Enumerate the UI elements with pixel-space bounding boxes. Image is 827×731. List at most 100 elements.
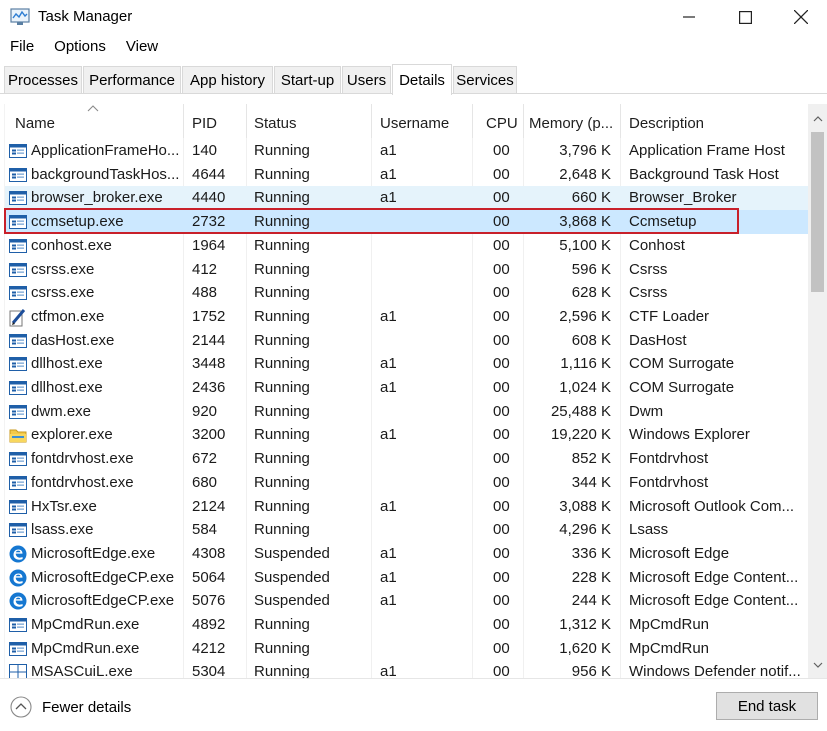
process-row[interactable]: fontdrvhost.exe 672 Running 00 852 K Fontdrvh… — [5, 447, 809, 471]
process-username: a1 — [380, 189, 397, 207]
process-status: Suspended — [254, 592, 330, 610]
column-header-cpu[interactable]: CPU — [486, 104, 518, 138]
highlight-annotation — [4, 208, 739, 234]
process-name: lsass.exe — [31, 521, 94, 539]
process-pid: 5064 — [192, 568, 226, 586]
process-row[interactable]: csrss.exe 488 Running 00 628 K Csrss — [5, 281, 809, 305]
process-status: Running — [254, 379, 310, 396]
menu-options[interactable]: Options — [44, 38, 116, 60]
tab-processes[interactable]: Processes — [4, 66, 82, 93]
process-memory: 228 K — [571, 568, 611, 586]
menu-view[interactable]: View — [116, 38, 168, 60]
process-description: Dwm — [629, 402, 664, 420]
process-username: a1 — [380, 592, 397, 610]
process-description: Browser_Broker — [629, 189, 737, 207]
process-row[interactable]: lsass.exe 584 Running 00 4,296 K Lsass — [5, 518, 809, 542]
tab-details[interactable]: Details — [392, 64, 452, 95]
process-username: a1 — [380, 568, 397, 586]
close-button[interactable] — [773, 0, 827, 34]
process-memory: 2,596 K — [559, 307, 611, 325]
process-pid: 1964 — [192, 236, 226, 254]
menu-file[interactable]: File — [0, 38, 44, 60]
column-header-name[interactable]: Name — [15, 104, 55, 138]
process-row[interactable]: dwm.exe 920 Running 00 25,488 K Dwm — [5, 400, 809, 424]
process-status: Running — [254, 165, 310, 183]
column-header-username[interactable]: Username — [380, 104, 449, 138]
process-cpu: 00 — [493, 260, 510, 278]
process-name: MicrosoftEdgeCP.exe — [31, 568, 175, 586]
app-window-icon — [9, 498, 27, 515]
process-memory: 336 K — [571, 544, 611, 562]
fewer-details-toggle[interactable]: Fewer details — [10, 696, 131, 718]
process-pid: 2124 — [192, 497, 226, 515]
process-username: a1 — [380, 497, 397, 515]
process-row[interactable]: HxTsr.exe 2124 Running a1 00 3,088 K Microsoft… — [5, 495, 809, 519]
tab-users[interactable]: Users — [342, 66, 391, 93]
process-row[interactable]: MpCmdRun.exe 4892 Running 00 1,312 K MpCmdRun — [5, 613, 809, 637]
process-row[interactable]: ApplicationFrameHo... 140 Running a1 00 3,796… — [5, 139, 809, 163]
process-name: dllhost.exe — [31, 379, 103, 396]
tab-services[interactable]: Services — [453, 66, 517, 93]
process-pid: 5076 — [192, 592, 226, 610]
process-row[interactable]: MicrosoftEdgeCP.exe 5076 Suspended a1 00 244 … — [5, 589, 809, 613]
process-status: Running — [254, 284, 310, 302]
scroll-thumb[interactable] — [811, 132, 824, 292]
process-row[interactable]: MicrosoftEdgeCP.exe 5064 Suspended a1 00 228 … — [5, 566, 809, 590]
tab-startup[interactable]: Start-up — [274, 66, 341, 93]
process-name: csrss.exe — [31, 260, 95, 278]
process-description: COM Surrogate — [629, 355, 735, 373]
process-cpu: 00 — [493, 284, 510, 302]
app-window-icon — [9, 189, 27, 206]
process-memory: 1,620 K — [559, 639, 611, 657]
menu-bar: File Options View — [0, 38, 168, 60]
column-header-pid[interactable]: PID — [192, 104, 217, 138]
process-status: Running — [254, 236, 310, 254]
tab-app-history[interactable]: App history — [182, 66, 273, 93]
close-icon — [794, 10, 808, 24]
process-cpu: 00 — [493, 142, 510, 159]
pen-icon — [9, 308, 27, 327]
process-cpu: 00 — [493, 307, 510, 325]
minimize-button[interactable] — [661, 0, 717, 34]
process-row[interactable]: dllhost.exe 2436 Running a1 00 1,024 K COM Sur… — [5, 376, 809, 400]
process-pid: 672 — [192, 450, 218, 468]
process-row[interactable]: dasHost.exe 2144 Running 00 608 K DasHost — [5, 329, 809, 353]
process-pid: 920 — [192, 402, 218, 420]
process-pid: 584 — [192, 521, 218, 539]
process-pid: 1752 — [192, 307, 226, 325]
tab-performance[interactable]: Performance — [83, 66, 181, 93]
process-status: Running — [254, 142, 310, 159]
process-row[interactable]: browser_broker.exe 4440 Running a1 00 660 K Br… — [5, 186, 809, 211]
app-window-icon — [9, 403, 27, 420]
process-row[interactable]: MicrosoftEdge.exe 4308 Suspended a1 00 336 K M… — [5, 542, 809, 566]
process-cpu: 00 — [493, 663, 510, 678]
process-row[interactable]: explorer.exe 3200 Running a1 00 19,220 K Windo… — [5, 423, 809, 447]
column-header-memory[interactable]: Memory (p... — [529, 104, 613, 138]
process-row[interactable]: fontdrvhost.exe 680 Running 00 344 K Fontdrvh… — [5, 471, 809, 495]
vertical-scrollbar[interactable] — [808, 104, 827, 678]
process-pid: 2144 — [192, 331, 226, 349]
process-memory: 244 K — [571, 592, 611, 610]
process-status: Running — [254, 260, 310, 278]
process-status: Suspended — [254, 568, 330, 586]
column-header-status[interactable]: Status — [254, 104, 297, 138]
process-row[interactable]: ctfmon.exe 1752 Running a1 00 2,596 K CTF Load… — [5, 305, 809, 329]
process-name: browser_broker.exe — [31, 189, 163, 207]
process-row[interactable]: backgroundTaskHos... 4644 Running a1 00 2,648… — [5, 163, 809, 187]
process-name: csrss.exe — [31, 284, 95, 302]
scroll-down-button[interactable] — [808, 656, 827, 674]
scroll-up-button[interactable] — [808, 110, 827, 128]
column-header-description[interactable]: Description — [629, 104, 704, 138]
process-memory: 3,796 K — [559, 142, 611, 159]
process-row[interactable]: dllhost.exe 3448 Running a1 00 1,116 K COM Sur… — [5, 352, 809, 376]
process-row[interactable]: MSASCuiL.exe 5304 Running a1 00 956 K Windows … — [5, 660, 809, 678]
maximize-button[interactable] — [717, 0, 773, 34]
process-row[interactable]: MpCmdRun.exe 4212 Running 00 1,620 K MpCmdRun — [5, 637, 809, 661]
edge-icon — [9, 592, 27, 610]
process-row[interactable]: csrss.exe 412 Running 00 596 K Csrss — [5, 258, 809, 282]
app-window-icon — [9, 640, 27, 657]
process-pid: 140 — [192, 142, 218, 159]
process-row[interactable]: conhost.exe 1964 Running 00 5,100 K Conhost — [5, 234, 809, 258]
process-memory: 344 K — [571, 473, 611, 491]
end-task-button[interactable]: End task — [716, 692, 818, 720]
